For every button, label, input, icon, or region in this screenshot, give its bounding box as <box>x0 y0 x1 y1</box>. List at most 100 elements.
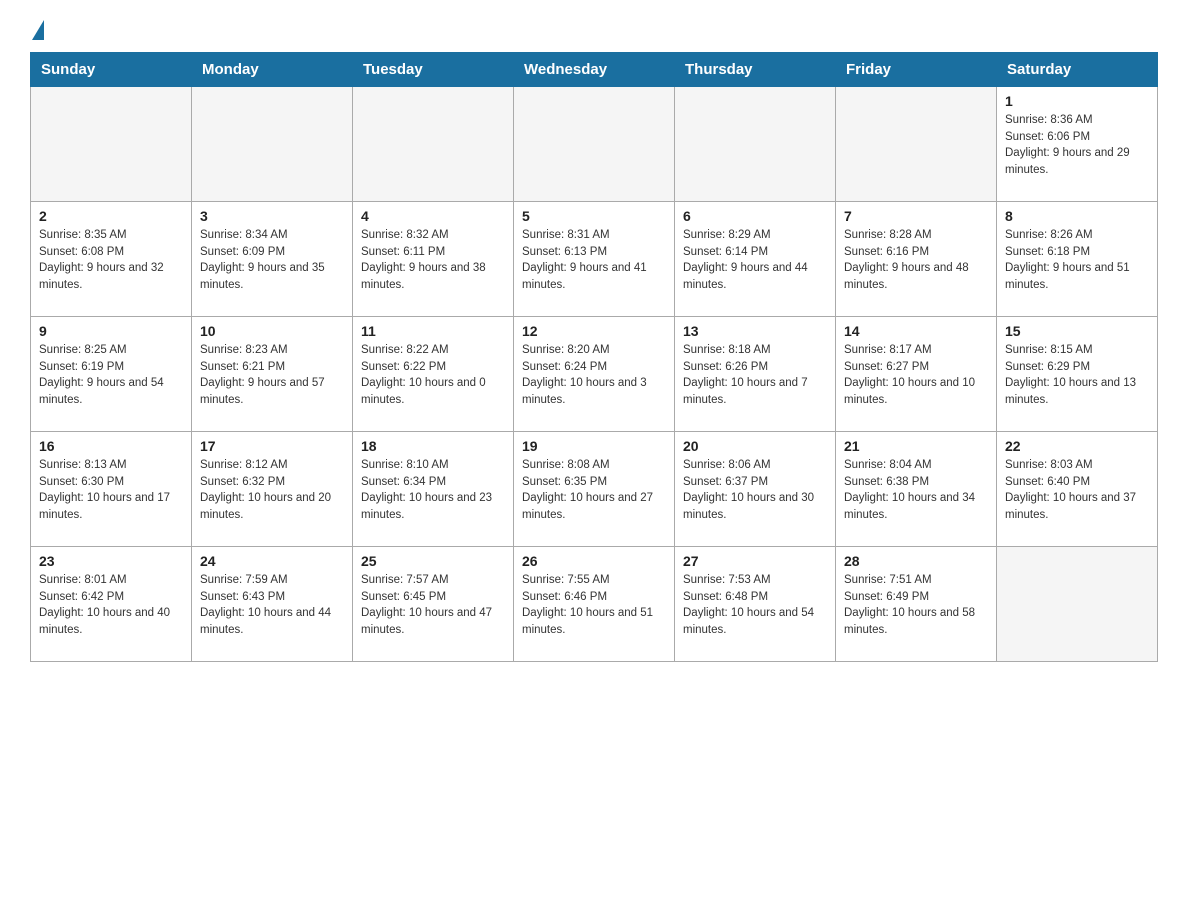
calendar-day-cell: 14 Sunrise: 8:17 AM Sunset: 6:27 PM Dayli… <box>836 317 997 432</box>
logo <box>30 20 44 36</box>
day-number: 14 <box>844 323 988 339</box>
day-info: Sunrise: 8:25 AM Sunset: 6:19 PM Dayligh… <box>39 342 183 409</box>
day-of-week-header: Thursday <box>675 53 836 87</box>
day-of-week-header: Monday <box>192 53 353 87</box>
calendar-week-row: 16 Sunrise: 8:13 AM Sunset: 6:30 PM Dayli… <box>31 432 1158 547</box>
page-header <box>30 20 1158 36</box>
day-info: Sunrise: 8:23 AM Sunset: 6:21 PM Dayligh… <box>200 342 344 409</box>
calendar-day-cell <box>353 87 514 202</box>
day-info: Sunrise: 7:53 AM Sunset: 6:48 PM Dayligh… <box>683 572 827 639</box>
calendar-day-cell <box>31 87 192 202</box>
calendar-day-cell: 17 Sunrise: 8:12 AM Sunset: 6:32 PM Dayli… <box>192 432 353 547</box>
calendar-day-cell: 9 Sunrise: 8:25 AM Sunset: 6:19 PM Daylig… <box>31 317 192 432</box>
day-info: Sunrise: 8:15 AM Sunset: 6:29 PM Dayligh… <box>1005 342 1149 409</box>
calendar-day-cell: 8 Sunrise: 8:26 AM Sunset: 6:18 PM Daylig… <box>997 202 1158 317</box>
day-number: 13 <box>683 323 827 339</box>
calendar-day-cell: 22 Sunrise: 8:03 AM Sunset: 6:40 PM Dayli… <box>997 432 1158 547</box>
day-number: 7 <box>844 208 988 224</box>
day-info: Sunrise: 8:32 AM Sunset: 6:11 PM Dayligh… <box>361 227 505 294</box>
day-info: Sunrise: 7:55 AM Sunset: 6:46 PM Dayligh… <box>522 572 666 639</box>
calendar-day-cell: 18 Sunrise: 8:10 AM Sunset: 6:34 PM Dayli… <box>353 432 514 547</box>
day-of-week-header: Saturday <box>997 53 1158 87</box>
calendar-day-cell <box>997 547 1158 662</box>
day-number: 10 <box>200 323 344 339</box>
day-info: Sunrise: 8:17 AM Sunset: 6:27 PM Dayligh… <box>844 342 988 409</box>
calendar-day-cell: 3 Sunrise: 8:34 AM Sunset: 6:09 PM Daylig… <box>192 202 353 317</box>
day-number: 6 <box>683 208 827 224</box>
day-number: 3 <box>200 208 344 224</box>
calendar-day-cell: 20 Sunrise: 8:06 AM Sunset: 6:37 PM Dayli… <box>675 432 836 547</box>
day-info: Sunrise: 7:51 AM Sunset: 6:49 PM Dayligh… <box>844 572 988 639</box>
calendar-day-cell: 12 Sunrise: 8:20 AM Sunset: 6:24 PM Dayli… <box>514 317 675 432</box>
day-of-week-header: Friday <box>836 53 997 87</box>
day-number: 1 <box>1005 93 1149 109</box>
calendar-day-cell: 24 Sunrise: 7:59 AM Sunset: 6:43 PM Dayli… <box>192 547 353 662</box>
calendar-day-cell <box>675 87 836 202</box>
day-number: 22 <box>1005 438 1149 454</box>
calendar-day-cell: 16 Sunrise: 8:13 AM Sunset: 6:30 PM Dayli… <box>31 432 192 547</box>
day-info: Sunrise: 8:13 AM Sunset: 6:30 PM Dayligh… <box>39 457 183 524</box>
day-number: 4 <box>361 208 505 224</box>
day-number: 5 <box>522 208 666 224</box>
day-number: 8 <box>1005 208 1149 224</box>
calendar-week-row: 1 Sunrise: 8:36 AM Sunset: 6:06 PM Daylig… <box>31 87 1158 202</box>
calendar-day-cell: 2Sunrise: 8:35 AM Sunset: 6:08 PM Daylig… <box>31 202 192 317</box>
day-info: Sunrise: 7:57 AM Sunset: 6:45 PM Dayligh… <box>361 572 505 639</box>
calendar-day-cell: 28 Sunrise: 7:51 AM Sunset: 6:49 PM Dayli… <box>836 547 997 662</box>
day-number: 12 <box>522 323 666 339</box>
day-of-week-header: Wednesday <box>514 53 675 87</box>
day-number: 25 <box>361 553 505 569</box>
calendar-day-cell: 23 Sunrise: 8:01 AM Sunset: 6:42 PM Dayli… <box>31 547 192 662</box>
day-info: Sunrise: 8:12 AM Sunset: 6:32 PM Dayligh… <box>200 457 344 524</box>
day-number: 20 <box>683 438 827 454</box>
day-number: 11 <box>361 323 505 339</box>
calendar-day-cell: 13 Sunrise: 8:18 AM Sunset: 6:26 PM Dayli… <box>675 317 836 432</box>
day-info: Sunrise: 8:08 AM Sunset: 6:35 PM Dayligh… <box>522 457 666 524</box>
calendar-day-cell: 10 Sunrise: 8:23 AM Sunset: 6:21 PM Dayli… <box>192 317 353 432</box>
day-number: 23 <box>39 553 183 569</box>
day-info: Sunrise: 8:36 AM Sunset: 6:06 PM Dayligh… <box>1005 112 1149 179</box>
day-number: 27 <box>683 553 827 569</box>
day-info: Sunrise: 8:29 AM Sunset: 6:14 PM Dayligh… <box>683 227 827 294</box>
day-info: Sunrise: 8:34 AM Sunset: 6:09 PM Dayligh… <box>200 227 344 294</box>
day-number: 16 <box>39 438 183 454</box>
day-number: 18 <box>361 438 505 454</box>
day-number: 28 <box>844 553 988 569</box>
day-info: Sunrise: 8:31 AM Sunset: 6:13 PM Dayligh… <box>522 227 666 294</box>
day-number: 19 <box>522 438 666 454</box>
calendar-week-row: 23 Sunrise: 8:01 AM Sunset: 6:42 PM Dayli… <box>31 547 1158 662</box>
calendar-day-cell: 1 Sunrise: 8:36 AM Sunset: 6:06 PM Daylig… <box>997 87 1158 202</box>
calendar-day-cell: 21 Sunrise: 8:04 AM Sunset: 6:38 PM Dayli… <box>836 432 997 547</box>
calendar-day-cell: 19 Sunrise: 8:08 AM Sunset: 6:35 PM Dayli… <box>514 432 675 547</box>
day-info: Sunrise: 8:01 AM Sunset: 6:42 PM Dayligh… <box>39 572 183 639</box>
day-info: Sunrise: 8:04 AM Sunset: 6:38 PM Dayligh… <box>844 457 988 524</box>
calendar-day-cell: 11 Sunrise: 8:22 AM Sunset: 6:22 PM Dayli… <box>353 317 514 432</box>
day-info: Sunrise: 8:20 AM Sunset: 6:24 PM Dayligh… <box>522 342 666 409</box>
calendar-day-cell: 27 Sunrise: 7:53 AM Sunset: 6:48 PM Dayli… <box>675 547 836 662</box>
day-of-week-header: Tuesday <box>353 53 514 87</box>
day-info: Sunrise: 8:26 AM Sunset: 6:18 PM Dayligh… <box>1005 227 1149 294</box>
day-number: 15 <box>1005 323 1149 339</box>
calendar-day-cell <box>836 87 997 202</box>
day-number: 17 <box>200 438 344 454</box>
calendar-day-cell <box>192 87 353 202</box>
day-info: Sunrise: 8:06 AM Sunset: 6:37 PM Dayligh… <box>683 457 827 524</box>
calendar-day-cell: 4 Sunrise: 8:32 AM Sunset: 6:11 PM Daylig… <box>353 202 514 317</box>
calendar-day-cell: 7Sunrise: 8:28 AM Sunset: 6:16 PM Daylig… <box>836 202 997 317</box>
calendar-week-row: 9 Sunrise: 8:25 AM Sunset: 6:19 PM Daylig… <box>31 317 1158 432</box>
day-number: 9 <box>39 323 183 339</box>
calendar-day-cell: 26Sunrise: 7:55 AM Sunset: 6:46 PM Dayli… <box>514 547 675 662</box>
logo-triangle-icon <box>32 20 44 40</box>
day-number: 21 <box>844 438 988 454</box>
day-info: Sunrise: 8:35 AM Sunset: 6:08 PM Dayligh… <box>39 227 183 294</box>
calendar-week-row: 2Sunrise: 8:35 AM Sunset: 6:08 PM Daylig… <box>31 202 1158 317</box>
day-info: Sunrise: 8:18 AM Sunset: 6:26 PM Dayligh… <box>683 342 827 409</box>
day-info: Sunrise: 8:22 AM Sunset: 6:22 PM Dayligh… <box>361 342 505 409</box>
calendar-day-cell <box>514 87 675 202</box>
day-info: Sunrise: 7:59 AM Sunset: 6:43 PM Dayligh… <box>200 572 344 639</box>
day-info: Sunrise: 8:10 AM Sunset: 6:34 PM Dayligh… <box>361 457 505 524</box>
day-of-week-header: Sunday <box>31 53 192 87</box>
day-info: Sunrise: 8:03 AM Sunset: 6:40 PM Dayligh… <box>1005 457 1149 524</box>
calendar-day-cell: 6 Sunrise: 8:29 AM Sunset: 6:14 PM Daylig… <box>675 202 836 317</box>
day-number: 24 <box>200 553 344 569</box>
